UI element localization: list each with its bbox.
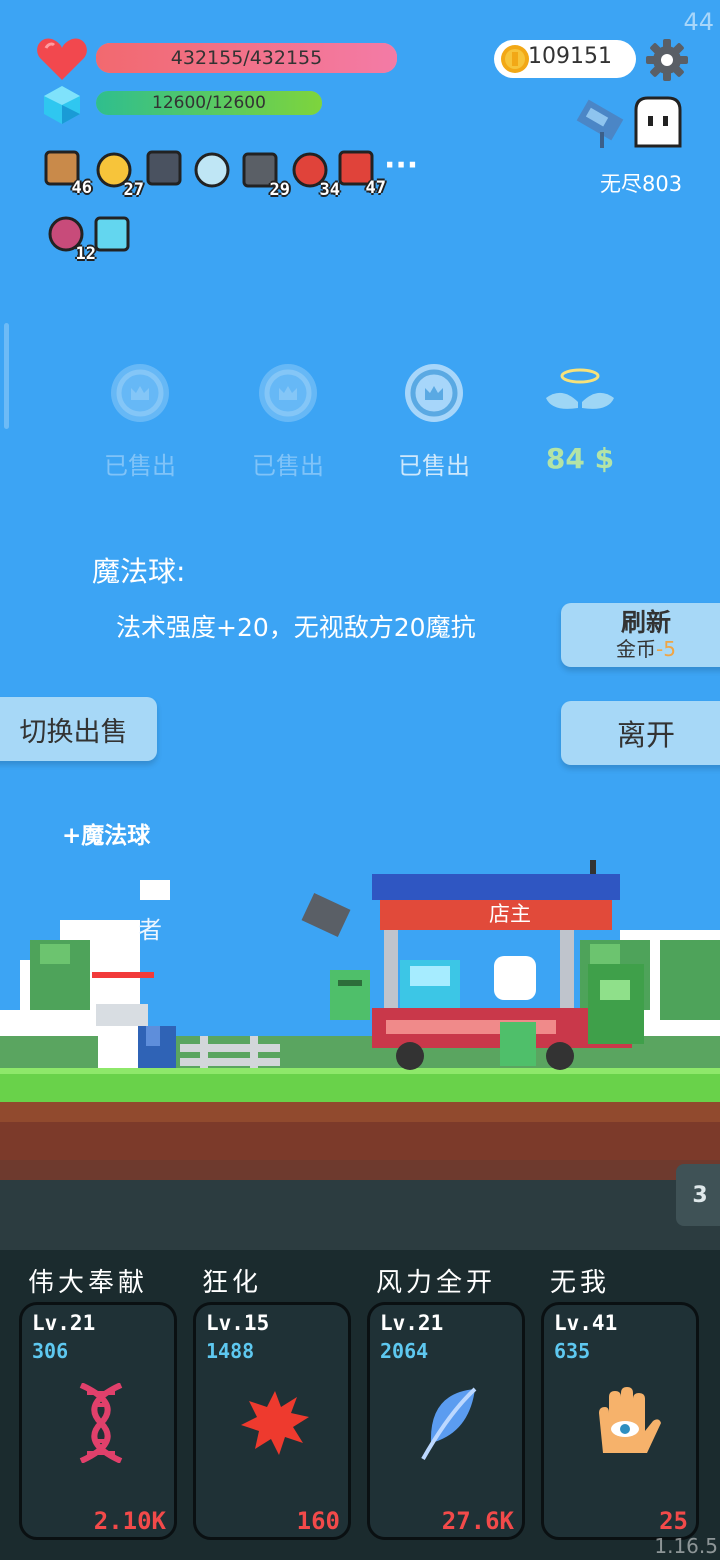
skill-cost: 25 [659, 1507, 688, 1535]
skill-card-3[interactable]: Lv.21 2064 27.6K [367, 1302, 525, 1540]
hero-name-tag: 者 [138, 916, 162, 944]
skill-power: 1488 [206, 1339, 255, 1363]
gold-amount: 109151 [528, 44, 612, 69]
battle-scene [0, 860, 720, 1260]
refresh-cost-value: -5 [656, 637, 676, 661]
skill-power: 306 [32, 1339, 69, 1363]
fish-flag-icon[interactable] [576, 98, 632, 150]
angel-wings-icon [546, 368, 614, 409]
stage-label: 无尽803 [600, 172, 683, 196]
skill-card-1[interactable]: Lv.21 306 2.10K [19, 1302, 177, 1540]
gear-icon[interactable] [646, 39, 688, 81]
leave-button[interactable]: 离开 [561, 701, 720, 765]
feather-icon [421, 1387, 477, 1460]
side-drawer-handle[interactable] [4, 323, 9, 429]
shop-slot-2-label: 已售出 [252, 452, 324, 480]
switch-sell-button[interactable]: 切换出售 [0, 697, 157, 761]
skill-power: 635 [554, 1339, 591, 1363]
side-tab-number: 3 [692, 1182, 708, 1208]
sun-item-icon[interactable]: 27 [94, 150, 144, 200]
item-description: 法术强度+20，无视敌方20魔抗 [116, 613, 476, 642]
apple-item-icon[interactable]: 47 [336, 148, 386, 198]
splat-icon [241, 1391, 309, 1455]
item-title: 魔法球: [92, 555, 186, 588]
version-label: 1.16.5 [654, 1534, 718, 1558]
shopkeeper-label: 店主 [489, 902, 531, 926]
mana-text: 12600/12600 [152, 93, 266, 113]
item-count: 46 [71, 178, 92, 198]
skill-name-4: 无我 [550, 1268, 611, 1298]
refresh-cost: 金币-5 [616, 637, 676, 661]
shop-slot-4-price: 84 $ [545, 442, 615, 475]
refresh-button[interactable]: 刷新 金币-5 [561, 603, 720, 667]
skill-card-2[interactable]: Lv.15 1488 160 [193, 1302, 351, 1540]
shop-slot-3[interactable]: 已售出 [384, 362, 484, 481]
shop-slot-4[interactable]: 84 $ [530, 362, 630, 475]
shop-slot-2[interactable]: 已售出 [238, 362, 338, 481]
skill-cost: 27.6K [441, 1507, 514, 1535]
skill-level: Lv.15 [206, 1311, 270, 1335]
fps-counter: 44 [683, 8, 714, 36]
gold-counter: 109151 [494, 40, 636, 78]
heart-icon [37, 38, 87, 80]
skill-cost: 160 [296, 1507, 340, 1535]
mana-bar: 12600/12600 [96, 91, 322, 115]
dna-icon [79, 1383, 123, 1463]
refresh-cost-label: 金币 [616, 637, 657, 661]
item-count: 29 [269, 180, 290, 200]
crystal-icon [44, 86, 80, 124]
crown-coin-icon [405, 364, 463, 422]
skill-cost: 2.10K [93, 1507, 166, 1535]
item-gain-text: +魔法球 [62, 823, 151, 849]
skill-card-4[interactable]: Lv.41 635 25 [541, 1302, 699, 1540]
lamp-item-icon[interactable] [92, 214, 136, 258]
item-count: 47 [365, 178, 386, 198]
magnifier-item-icon[interactable] [192, 150, 236, 194]
eye-hand-icon [599, 1387, 661, 1453]
skull-book-item-icon[interactable] [144, 148, 188, 192]
skill-name-2: 狂化 [202, 1268, 263, 1298]
bat-item-icon[interactable]: 29 [240, 150, 290, 200]
side-tab[interactable]: 3 [676, 1164, 720, 1226]
crown-coin-icon [111, 364, 169, 422]
ghost-avatar-icon[interactable] [632, 96, 684, 148]
skill-name-3: 风力全开 [376, 1268, 497, 1298]
skill-level: Lv.21 [32, 1311, 96, 1335]
hp-bar: 432155/432155 [96, 43, 397, 73]
coin-icon [501, 45, 529, 73]
sock-item-icon[interactable]: 34 [290, 150, 340, 200]
more-items-button[interactable]: ··· [384, 148, 418, 183]
refresh-label: 刷新 [620, 608, 671, 637]
shop-slot-1-label: 已售出 [104, 452, 176, 480]
skill-level: Lv.41 [554, 1311, 618, 1335]
shield-item-icon[interactable]: 46 [42, 148, 92, 198]
skill-name-1: 伟大奉献 [28, 1268, 149, 1298]
shop-slot-1[interactable]: 已售出 [90, 362, 190, 481]
hp-text: 432155/432155 [170, 47, 323, 69]
shop-slot-3-label: 已售出 [398, 452, 470, 480]
crown-coin-icon [259, 364, 317, 422]
skill-level: Lv.21 [380, 1311, 444, 1335]
skill-power: 2064 [380, 1339, 429, 1363]
sword-item-icon[interactable]: 12 [46, 214, 96, 264]
item-count: 27 [123, 180, 144, 200]
